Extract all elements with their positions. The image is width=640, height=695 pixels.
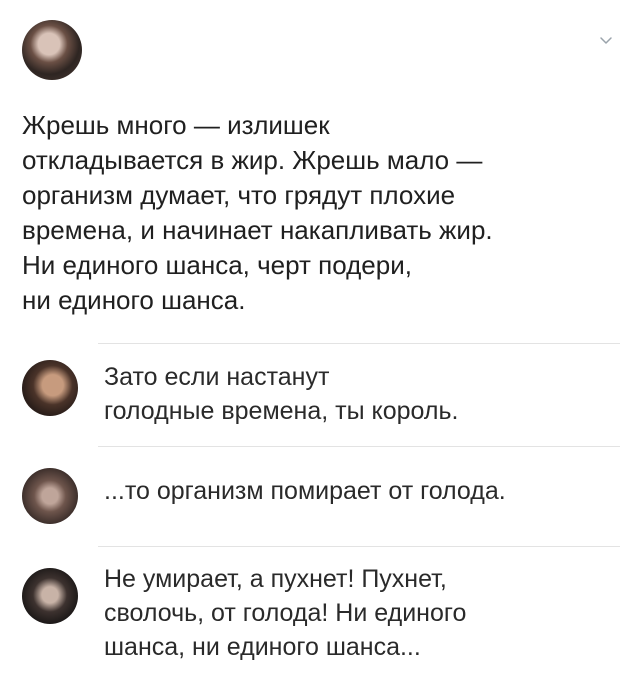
- reply-text: Не умирает, а пухнет! Пухнет, сволочь, о…: [104, 565, 467, 661]
- author-avatar[interactable]: [22, 20, 82, 80]
- reply-avatar[interactable]: [22, 468, 78, 524]
- reply-avatar[interactable]: [22, 360, 78, 416]
- reply-text: ...то организм помирает от голода.: [104, 477, 506, 505]
- reply-text: Зато если настанут голодные времена, ты …: [104, 363, 459, 425]
- divider: [98, 343, 620, 344]
- divider: [98, 446, 620, 447]
- chevron-down-icon[interactable]: [598, 32, 614, 48]
- divider: [98, 546, 620, 547]
- reply-avatar[interactable]: [22, 568, 78, 624]
- tweet-header: [22, 20, 622, 90]
- tweet-text: Жрешь много — излишек откладывается в жи…: [22, 110, 493, 315]
